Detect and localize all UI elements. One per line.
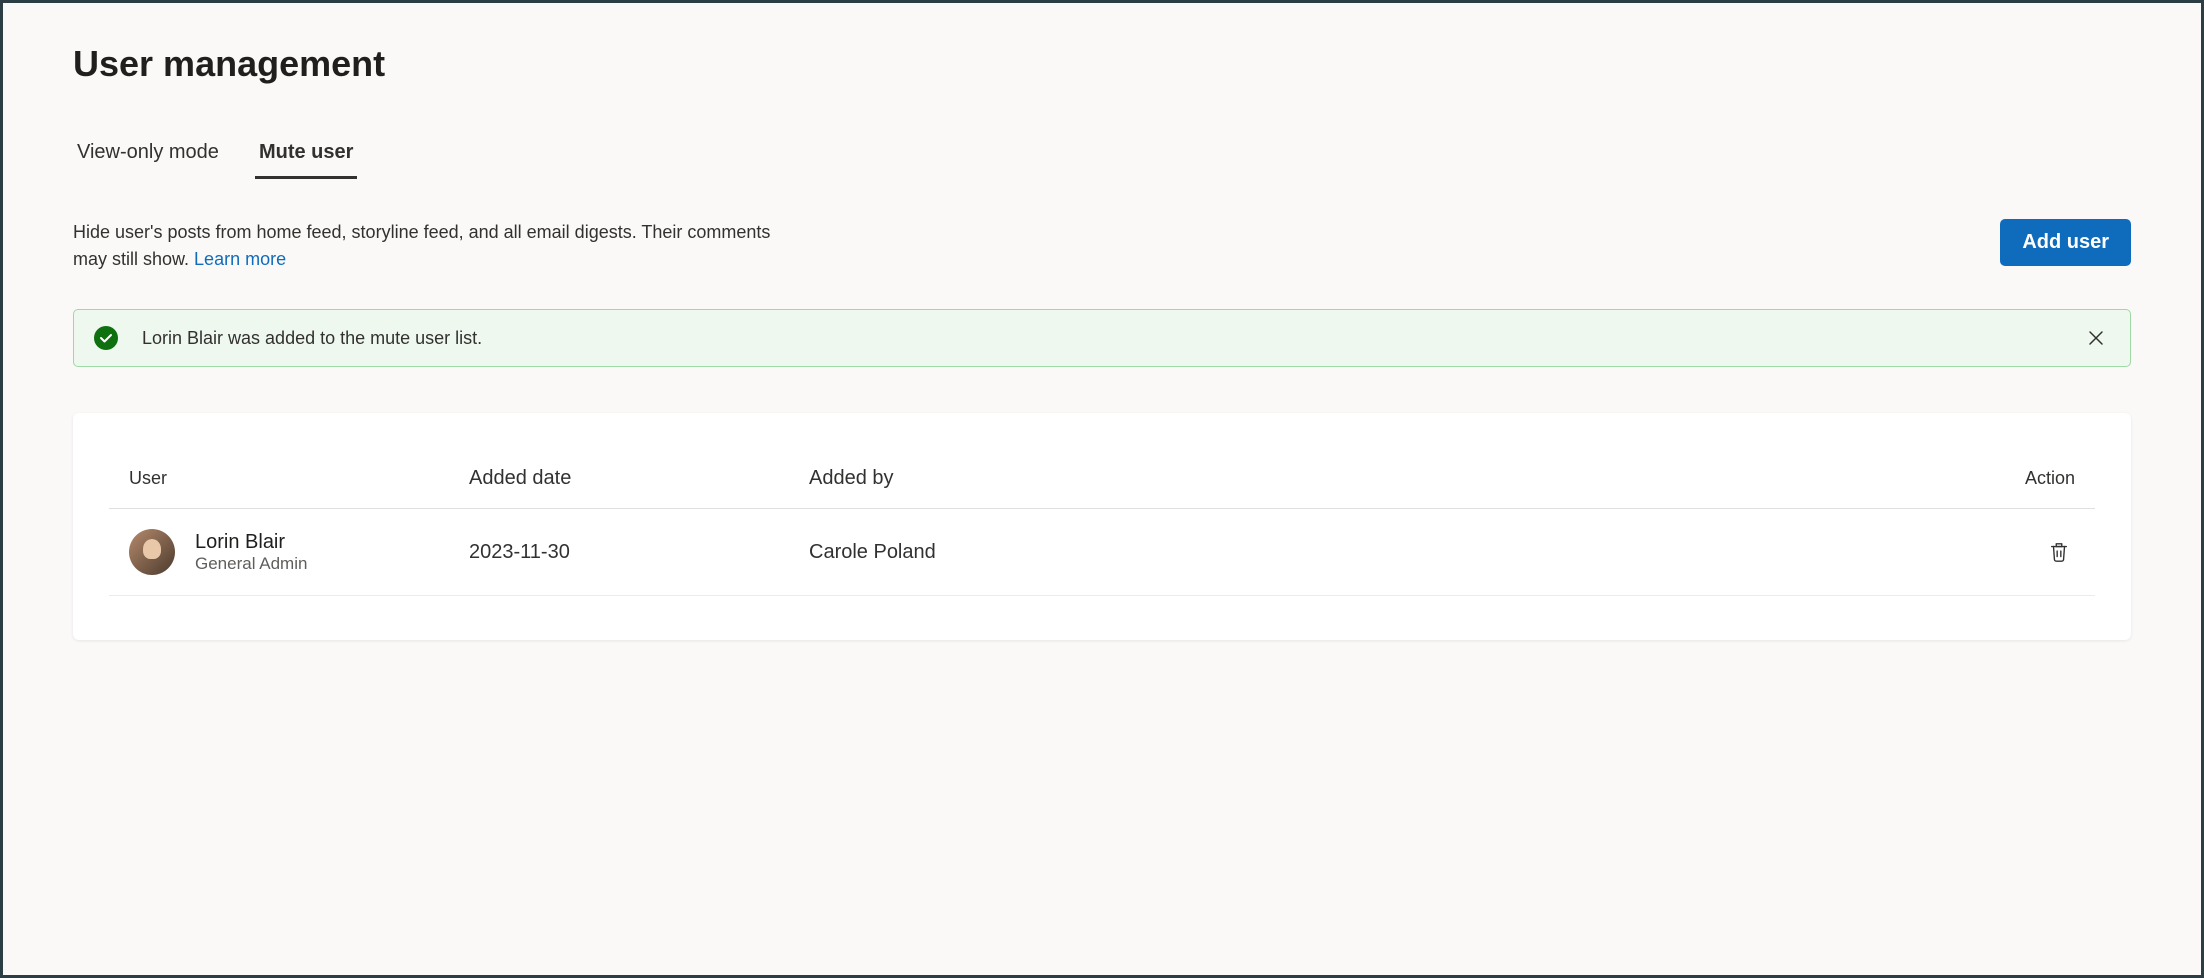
checkmark-icon [94,326,118,350]
column-header-added-date: Added date [469,467,809,490]
notification-message: Lorin Blair was added to the mute user l… [142,328,2082,349]
user-name: Lorin Blair [195,531,307,554]
tab-bar: View-only mode Mute user [73,133,2131,179]
user-table-card: User Added date Added by Action Lorin Bl… [73,413,2131,640]
trash-icon[interactable] [2043,536,2075,568]
success-notification: Lorin Blair was added to the mute user l… [73,309,2131,367]
tab-view-only-mode[interactable]: View-only mode [73,133,223,179]
user-role: General Admin [195,554,307,574]
cell-user: Lorin Blair General Admin [129,529,469,575]
column-header-user: User [129,468,469,489]
description-row: Hide user's posts from home feed, storyl… [73,219,2131,273]
column-header-action: Action [1995,468,2075,489]
cell-added-date: 2023-11-30 [469,541,809,564]
table-header: User Added date Added by Action [109,449,2095,509]
app-frame: User management View-only mode Mute user… [0,0,2204,978]
cell-added-by: Carole Poland [809,541,1995,564]
tab-description: Hide user's posts from home feed, storyl… [73,219,773,273]
user-table: User Added date Added by Action Lorin Bl… [109,449,2095,596]
user-info: Lorin Blair General Admin [195,531,307,574]
description-text: Hide user's posts from home feed, storyl… [73,222,770,269]
add-user-button[interactable]: Add user [2000,219,2131,266]
column-header-added-by: Added by [809,467,1995,490]
tab-mute-user[interactable]: Mute user [255,133,357,179]
avatar [129,529,175,575]
cell-action [1995,536,2075,568]
table-row: Lorin Blair General Admin 2023-11-30 Car… [109,509,2095,596]
close-icon[interactable] [2082,324,2110,352]
learn-more-link[interactable]: Learn more [194,249,286,269]
page-title: User management [73,43,2131,85]
